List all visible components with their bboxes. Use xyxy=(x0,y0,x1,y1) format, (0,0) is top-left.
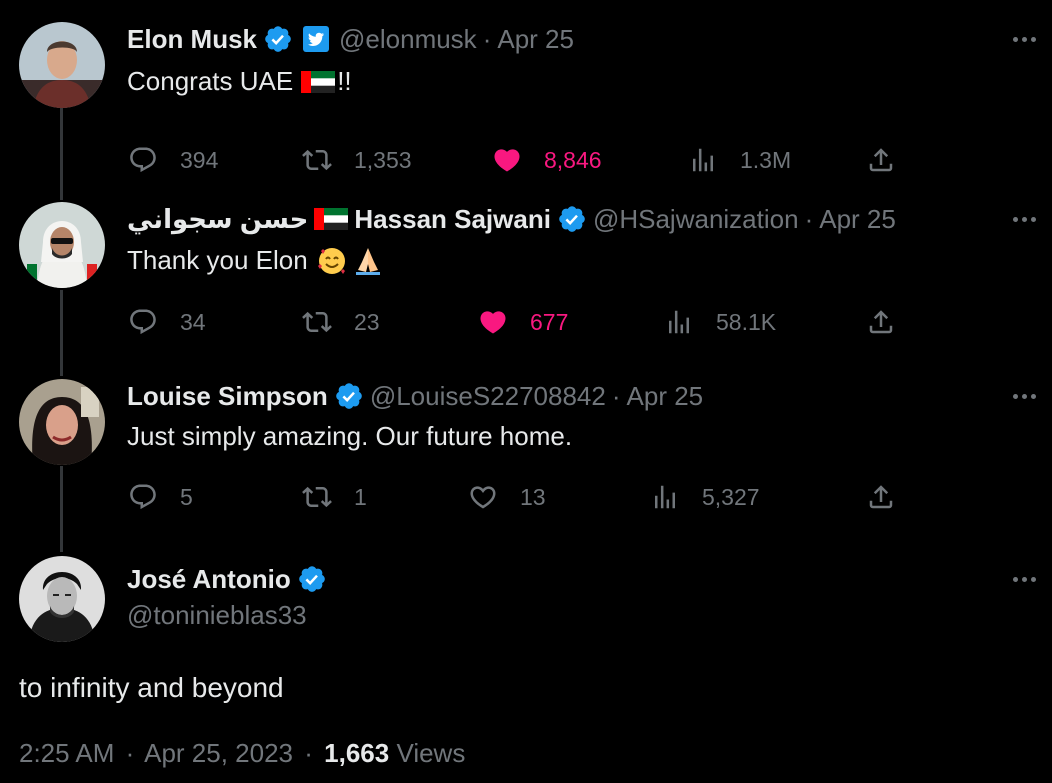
views-button[interactable]: 58.1K xyxy=(664,302,776,342)
like-count: 8,846 xyxy=(544,146,602,173)
tweet-actions: 5 1 13 5,327 xyxy=(0,477,1052,517)
views-label: Views xyxy=(396,738,466,768)
views-count: 5,327 xyxy=(702,483,760,510)
retweet-icon xyxy=(302,311,332,333)
reply-count: 34 xyxy=(180,308,206,335)
retweet-count: 1 xyxy=(354,483,367,510)
verified-icon xyxy=(265,26,291,52)
retweet-button[interactable]: 1 xyxy=(302,477,367,517)
author-name[interactable]: Louise Simpson xyxy=(127,381,328,412)
avatar[interactable] xyxy=(19,379,105,465)
folded-hands-emoji-icon xyxy=(355,248,380,275)
share-button[interactable] xyxy=(866,140,918,180)
author-handle[interactable]: @LouiseS22708842 xyxy=(370,381,606,412)
share-button[interactable] xyxy=(866,302,918,342)
tweet-text-body: Just simply amazing. Our future home. xyxy=(127,421,573,451)
tweet-time[interactable]: 2:25 AM xyxy=(19,738,114,768)
like-button[interactable]: 13 xyxy=(468,477,546,517)
tweet-hassan[interactable]: حسن سجواني Hassan Sajwani @HSajwanizatio… xyxy=(0,202,1052,362)
like-icon xyxy=(470,486,496,509)
reply-icon xyxy=(130,484,156,510)
views-icon xyxy=(655,485,675,509)
tweet-louise[interactable]: Louise Simpson @LouiseS22708842 · Apr 25… xyxy=(0,379,1052,539)
tweet-date[interactable]: Apr 25 xyxy=(497,24,574,55)
tweet-text: Thank you Elon xyxy=(127,244,384,276)
tweet-header: Elon Musk @elonmusk · Apr 25 xyxy=(127,22,574,56)
separator: · xyxy=(611,380,621,411)
like-icon xyxy=(494,149,520,172)
uae-flag-icon xyxy=(301,70,336,93)
like-count: 677 xyxy=(530,308,569,335)
author-handle[interactable]: @HSajwanization xyxy=(593,204,799,235)
author-handle[interactable]: @toninieblas33 xyxy=(127,600,307,631)
tweet-text-body: Congrats UAE xyxy=(127,66,294,96)
retweet-count: 23 xyxy=(354,308,380,335)
twitter-badge-icon xyxy=(303,26,330,52)
author-handle[interactable]: @elonmusk xyxy=(339,24,477,55)
tweet-header: José Antonio xyxy=(127,562,333,596)
reply-count: 394 xyxy=(180,146,219,173)
main-tweet-meta: 2:25 AM · Apr 25, 2023 · 1,663 Views xyxy=(19,738,465,769)
views-button[interactable]: 1.3M xyxy=(688,140,791,180)
separator: · xyxy=(804,203,814,234)
more-icon[interactable] xyxy=(1013,379,1036,413)
share-icon xyxy=(869,310,893,334)
author-name[interactable]: Hassan Sajwani xyxy=(354,204,551,235)
like-count: 13 xyxy=(520,483,546,510)
author-name-arabic[interactable]: حسن سجواني xyxy=(127,204,308,235)
author-name[interactable]: Elon Musk xyxy=(127,24,257,55)
separator: · xyxy=(304,738,313,768)
more-icon[interactable] xyxy=(1013,202,1036,236)
main-tweet-text: to infinity and beyond xyxy=(19,672,284,703)
views-count: 1.3M xyxy=(740,146,792,173)
views-count: 58.1K xyxy=(716,308,777,335)
reply-count: 5 xyxy=(180,483,193,510)
tweet-date[interactable]: Apr 25 xyxy=(627,381,704,412)
tweet-text: Just simply amazing. Our future home. xyxy=(127,421,572,452)
tweet-text: Congrats UAE !! xyxy=(127,66,352,97)
reply-icon xyxy=(130,147,156,173)
reply-button[interactable]: 394 xyxy=(128,140,218,180)
verified-icon xyxy=(298,566,325,592)
views-icon xyxy=(693,148,713,172)
uae-flag-icon xyxy=(314,208,349,230)
views-button[interactable]: 5,327 xyxy=(650,477,760,517)
retweet-count: 1,353 xyxy=(354,146,412,173)
separator: · xyxy=(125,738,135,768)
tweet-header: Louise Simpson @LouiseS22708842 · Apr 25 xyxy=(127,379,703,413)
more-icon[interactable] xyxy=(1013,562,1036,596)
retweet-button[interactable]: 23 xyxy=(302,302,380,342)
like-icon xyxy=(480,311,506,334)
retweet-icon xyxy=(302,486,332,508)
share-button[interactable] xyxy=(866,477,918,517)
avatar[interactable] xyxy=(19,202,105,288)
separator: · xyxy=(482,23,492,54)
author-name[interactable]: José Antonio xyxy=(127,564,291,595)
tweet-actions: 394 1,353 8,846 1.3M xyxy=(0,140,1052,180)
avatar[interactable] xyxy=(19,556,105,642)
tweet-full-date[interactable]: Apr 25, 2023 xyxy=(144,738,293,768)
reply-button[interactable]: 34 xyxy=(128,302,206,342)
smiling-hearts-emoji-icon xyxy=(317,248,345,274)
share-icon xyxy=(869,485,893,509)
tweet-text-suffix: !! xyxy=(337,66,352,96)
verified-icon xyxy=(559,206,585,232)
verified-icon xyxy=(336,383,362,409)
like-button[interactable]: 677 xyxy=(478,302,568,342)
reply-button[interactable]: 5 xyxy=(128,477,193,517)
avatar[interactable] xyxy=(19,22,105,108)
tweet-elon[interactable]: Elon Musk @elonmusk · Apr 25 Congrats UA… xyxy=(0,22,1052,182)
tweet-date[interactable]: Apr 25 xyxy=(819,204,896,235)
more-icon[interactable] xyxy=(1013,22,1036,56)
tweet-text-body: Thank you Elon xyxy=(127,244,308,275)
retweet-button[interactable]: 1,353 xyxy=(302,140,412,180)
tweet-header: حسن سجواني Hassan Sajwani @HSajwanizatio… xyxy=(127,202,896,236)
share-icon xyxy=(869,148,893,172)
reply-icon xyxy=(130,309,156,335)
like-button[interactable]: 8,846 xyxy=(492,140,602,180)
tweet-actions: 34 23 677 58.1K xyxy=(0,302,1052,342)
retweet-icon xyxy=(302,149,332,171)
views-total[interactable]: 1,663 xyxy=(324,738,389,768)
views-icon xyxy=(669,310,689,334)
